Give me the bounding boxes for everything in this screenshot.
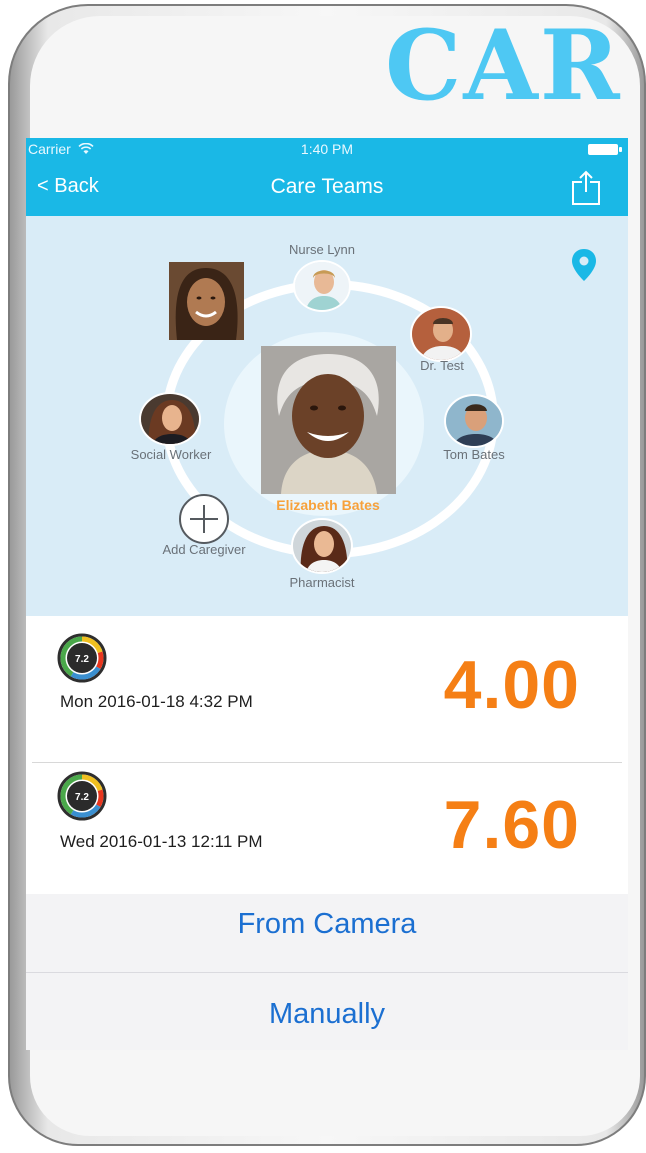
page-title: Care Teams <box>270 175 384 198</box>
reading-date: Mon 2016-01-18 4:32 PM <box>60 692 253 711</box>
plus-circle-icon <box>190 505 218 533</box>
reading-value: 7.60 <box>443 787 580 863</box>
avatar-elizabeth-bates[interactable] <box>261 346 396 494</box>
gauge-value: 7.2 <box>75 792 89 803</box>
reading-date: Wed 2016-01-13 12:11 PM <box>60 832 263 851</box>
share-icon[interactable] <box>570 170 602 206</box>
action-sheet: From Camera Manually <box>26 894 628 1050</box>
nav-bar: < Back Care Teams <box>26 160 628 216</box>
avatar-nurse-lynn[interactable] <box>293 260 351 312</box>
add-caregiver-button[interactable] <box>179 494 229 544</box>
row-divider <box>32 762 622 763</box>
brand-wordmark: CAR <box>385 18 622 114</box>
member-label: Social Worker <box>130 447 212 462</box>
member-label: Tom Bates <box>443 447 505 462</box>
from-camera-button[interactable]: From Camera <box>26 908 628 964</box>
gauge-value: 7.2 <box>75 654 89 665</box>
status-bar: Carrier 1:40 PM <box>26 138 628 160</box>
avatar-pharmacist[interactable] <box>291 518 353 574</box>
add-caregiver-label: Add Caregiver <box>162 542 246 557</box>
avatar-female-member[interactable] <box>169 262 244 340</box>
care-team-map: Nurse Lynn Dr. Test Tom Bates Social Wor… <box>26 216 628 616</box>
avatar-tom-bates[interactable] <box>444 394 504 448</box>
reading-value: 4.00 <box>443 647 580 723</box>
gauge-icon: 7.2 <box>57 633 107 683</box>
manually-button[interactable]: Manually <box>26 998 628 1050</box>
patient-name: Elizabeth Bates <box>276 497 380 513</box>
battery-icon <box>588 144 622 155</box>
gauge-icon: 7.2 <box>57 771 107 821</box>
member-label: Dr. Test <box>420 358 464 373</box>
sheet-divider <box>26 972 628 973</box>
app-screen: Carrier 1:40 PM < Back Care Teams Nurse … <box>26 138 628 1050</box>
location-pin-icon[interactable] <box>571 248 597 282</box>
avatar-dr-test[interactable] <box>410 306 472 362</box>
member-label: Nurse Lynn <box>289 242 355 257</box>
avatar-social-worker[interactable] <box>139 392 201 446</box>
reading-row[interactable]: 7.2 Mon 2016-01-18 4:32 PM 4.00 <box>32 626 628 734</box>
status-time: 1:40 PM <box>300 141 354 157</box>
reading-row[interactable]: 7.2 Wed 2016-01-13 12:11 PM 7.60 <box>32 766 628 894</box>
member-label: Pharmacist <box>289 575 355 590</box>
